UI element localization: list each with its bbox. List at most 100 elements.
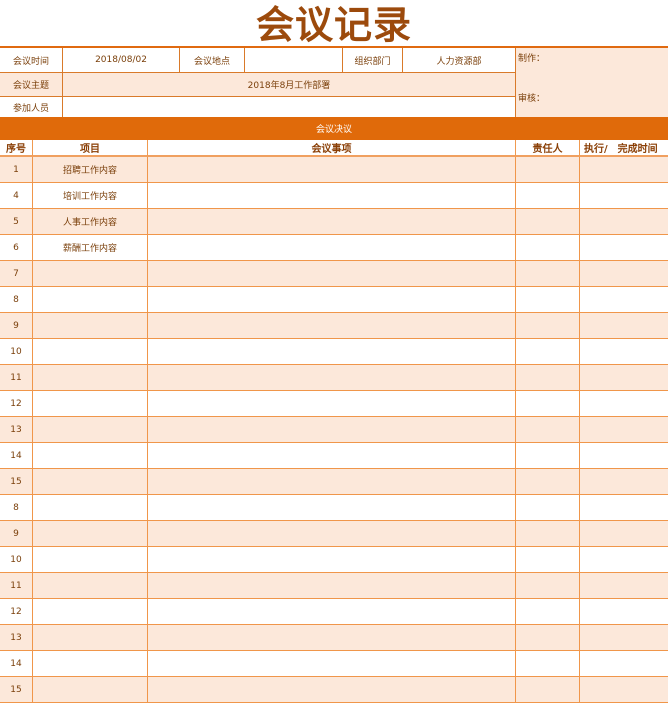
row-item[interactable] [33, 599, 148, 624]
row-deadline[interactable] [580, 677, 668, 702]
table-row: 5 人事工作内容 [0, 209, 668, 235]
row-item[interactable]: 招聘工作内容 [33, 157, 148, 182]
row-item[interactable] [33, 547, 148, 572]
row-deadline[interactable] [580, 625, 668, 650]
row-owner[interactable] [516, 625, 580, 650]
row-deadline[interactable] [580, 235, 668, 260]
row-matter[interactable] [148, 365, 516, 390]
table-row: 7 [0, 261, 668, 287]
row-owner[interactable] [516, 365, 580, 390]
table-row: 15 [0, 469, 668, 495]
row-item[interactable]: 人事工作内容 [33, 209, 148, 234]
row-matter[interactable] [148, 313, 516, 338]
row-item[interactable] [33, 261, 148, 286]
row-matter[interactable] [148, 235, 516, 260]
row-owner[interactable] [516, 521, 580, 546]
row-deadline[interactable] [580, 391, 668, 416]
row-matter[interactable] [148, 339, 516, 364]
row-owner[interactable] [516, 261, 580, 286]
row-matter[interactable] [148, 547, 516, 572]
row-matter[interactable] [148, 261, 516, 286]
row-owner[interactable] [516, 495, 580, 520]
row-matter[interactable] [148, 651, 516, 676]
row-deadline[interactable] [580, 469, 668, 494]
row-deadline[interactable] [580, 651, 668, 676]
table-row: 9 [0, 521, 668, 547]
row-deadline[interactable] [580, 365, 668, 390]
row-owner[interactable] [516, 417, 580, 442]
row-item[interactable]: 薪酬工作内容 [33, 235, 148, 260]
row-owner[interactable] [516, 235, 580, 260]
meeting-place-value[interactable] [245, 48, 343, 73]
row-deadline[interactable] [580, 599, 668, 624]
row-matter[interactable] [148, 625, 516, 650]
row-number: 10 [0, 339, 33, 364]
row-item[interactable]: 培训工作内容 [33, 183, 148, 208]
row-number: 11 [0, 365, 33, 390]
row-matter[interactable] [148, 209, 516, 234]
row-owner[interactable] [516, 547, 580, 572]
row-deadline[interactable] [580, 183, 668, 208]
row-owner[interactable] [516, 209, 580, 234]
row-owner[interactable] [516, 287, 580, 312]
row-deadline[interactable] [580, 339, 668, 364]
table-row: 14 [0, 443, 668, 469]
row-item[interactable] [33, 443, 148, 468]
row-item[interactable] [33, 495, 148, 520]
row-item[interactable] [33, 651, 148, 676]
row-matter[interactable] [148, 677, 516, 702]
row-deadline[interactable] [580, 495, 668, 520]
row-number: 9 [0, 313, 33, 338]
row-owner[interactable] [516, 443, 580, 468]
topic-label: 会议主题 [0, 73, 63, 97]
row-matter[interactable] [148, 157, 516, 182]
topic-value[interactable]: 2018年8月工作部署 [63, 73, 515, 97]
row-deadline[interactable] [580, 443, 668, 468]
row-deadline[interactable] [580, 547, 668, 572]
row-owner[interactable] [516, 573, 580, 598]
row-deadline[interactable] [580, 157, 668, 182]
row-deadline[interactable] [580, 209, 668, 234]
row-item[interactable] [33, 313, 148, 338]
row-item[interactable] [33, 469, 148, 494]
org-dept-value[interactable]: 人力资源部 [403, 48, 515, 73]
row-owner[interactable] [516, 677, 580, 702]
row-item[interactable] [33, 339, 148, 364]
row-owner[interactable] [516, 313, 580, 338]
row-matter[interactable] [148, 183, 516, 208]
row-matter[interactable] [148, 287, 516, 312]
row-item[interactable] [33, 521, 148, 546]
row-matter[interactable] [148, 521, 516, 546]
row-item[interactable] [33, 677, 148, 702]
row-owner[interactable] [516, 183, 580, 208]
row-matter[interactable] [148, 391, 516, 416]
row-owner[interactable] [516, 469, 580, 494]
row-deadline[interactable] [580, 573, 668, 598]
row-owner[interactable] [516, 599, 580, 624]
row-item[interactable] [33, 625, 148, 650]
row-deadline[interactable] [580, 417, 668, 442]
row-owner[interactable] [516, 339, 580, 364]
row-deadline[interactable] [580, 261, 668, 286]
meeting-place-label: 会议地点 [180, 48, 245, 73]
row-item[interactable] [33, 417, 148, 442]
row-matter[interactable] [148, 469, 516, 494]
row-matter[interactable] [148, 443, 516, 468]
row-deadline[interactable] [580, 287, 668, 312]
row-deadline[interactable] [580, 313, 668, 338]
row-matter[interactable] [148, 495, 516, 520]
meeting-time-value[interactable]: 2018/08/02 [63, 48, 180, 73]
row-matter[interactable] [148, 573, 516, 598]
row-matter[interactable] [148, 417, 516, 442]
row-number: 11 [0, 573, 33, 598]
row-item[interactable] [33, 391, 148, 416]
row-matter[interactable] [148, 599, 516, 624]
row-item[interactable] [33, 573, 148, 598]
row-deadline[interactable] [580, 521, 668, 546]
row-item[interactable] [33, 365, 148, 390]
row-owner[interactable] [516, 157, 580, 182]
row-owner[interactable] [516, 391, 580, 416]
row-item[interactable] [33, 287, 148, 312]
row-owner[interactable] [516, 651, 580, 676]
attendees-value[interactable] [63, 97, 515, 117]
